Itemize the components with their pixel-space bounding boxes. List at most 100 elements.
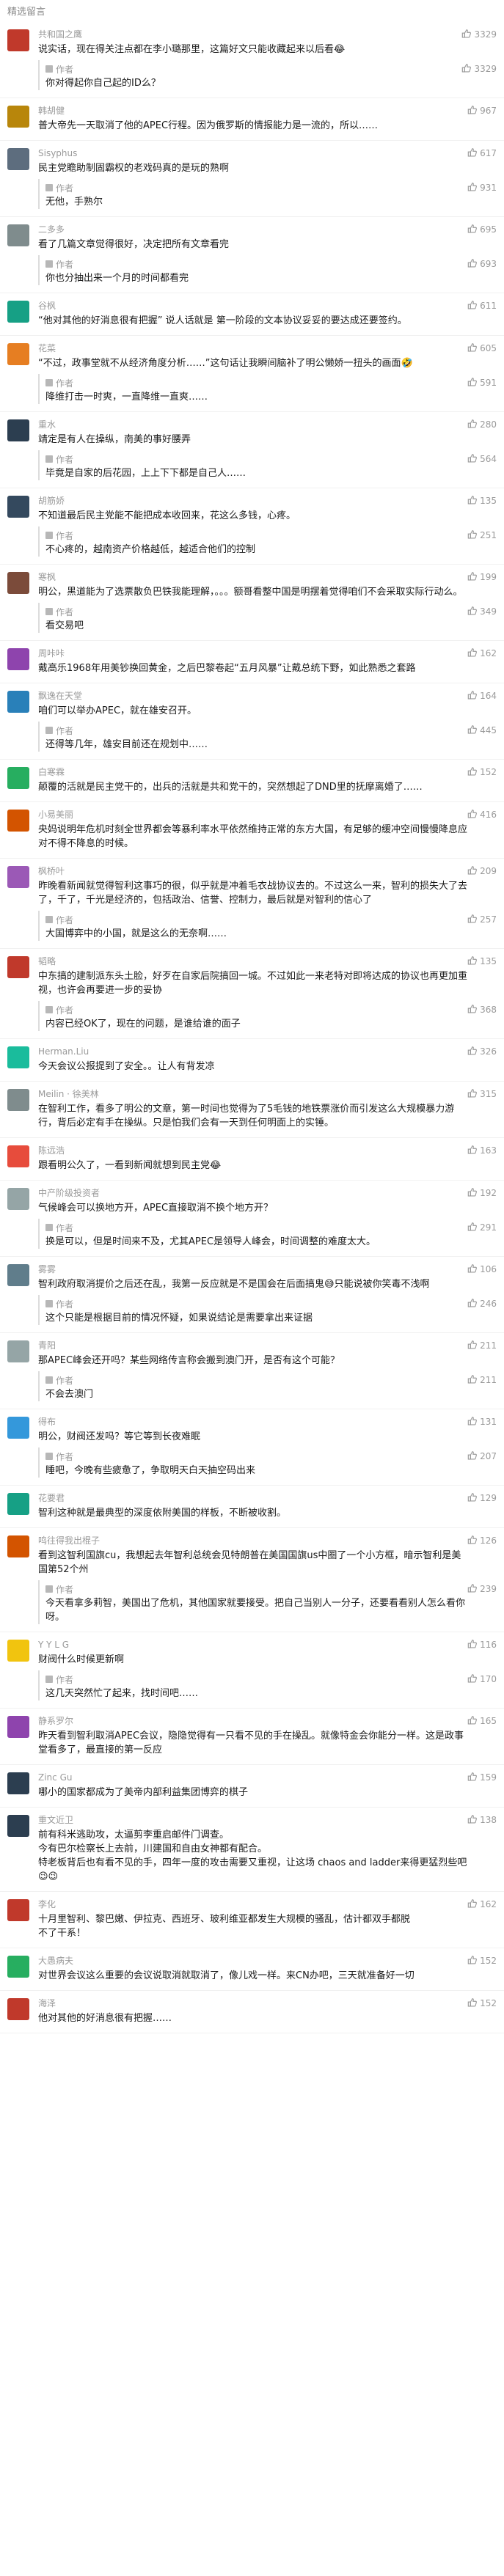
comment-item: 韩胡健 967 普大帝先一天取消了他的APEC行程。因为俄罗斯的情报能力是一流的，所… xyxy=(0,98,504,141)
author-reply: 作者 291 换是可以，但是时间来不及，尤其APEC是领导人峰会，时间调整的难度太大… xyxy=(38,1219,497,1249)
reply-text: 不会去澳门 xyxy=(45,1389,94,1400)
comment-text: 财阀什么时候更新啊 xyxy=(38,1654,125,1665)
comment-item: 二多多 695 看了几篇文章觉得很好，决定把所有文章看完 作者 693 你也分抽出来一个月… xyxy=(0,217,504,293)
reply-like-button[interactable]: 368 xyxy=(467,1004,497,1016)
thumbs-up-icon xyxy=(467,1772,478,1784)
avatar[interactable] xyxy=(7,866,29,888)
thumbs-up-icon xyxy=(467,1298,478,1310)
reply-like-button[interactable]: 349 xyxy=(467,606,497,618)
avatar[interactable] xyxy=(7,648,29,670)
avatar[interactable] xyxy=(7,1998,29,2020)
avatar[interactable] xyxy=(7,419,29,441)
avatar[interactable] xyxy=(7,691,29,713)
commenter-name: 白寒霖 xyxy=(38,767,65,777)
avatar[interactable] xyxy=(7,496,29,518)
like-button[interactable]: 199 xyxy=(467,571,497,584)
reply-like-button[interactable]: 693 xyxy=(467,258,497,271)
avatar[interactable] xyxy=(7,956,29,978)
like-button[interactable]: 3329 xyxy=(461,29,497,41)
comment-text: 气候峰会可以换地方开，APEC直接取消不换个地方开？ xyxy=(38,1203,274,1214)
avatar[interactable] xyxy=(7,1716,29,1738)
like-button[interactable]: 280 xyxy=(467,419,497,431)
author-badge-icon xyxy=(45,1300,53,1307)
like-button[interactable]: 152 xyxy=(467,1955,497,1967)
like-button[interactable]: 138 xyxy=(467,1814,497,1827)
avatar[interactable] xyxy=(7,1772,29,1794)
reply-like-button[interactable]: 207 xyxy=(467,1450,497,1463)
avatar[interactable] xyxy=(7,767,29,789)
like-button[interactable]: 106 xyxy=(467,1263,497,1276)
avatar[interactable] xyxy=(7,29,29,51)
like-button[interactable]: 695 xyxy=(467,224,497,236)
reply-like-button[interactable]: 564 xyxy=(467,453,497,466)
reply-like-button[interactable]: 211 xyxy=(467,1374,497,1387)
like-button[interactable]: 315 xyxy=(467,1088,497,1101)
like-button[interactable]: 326 xyxy=(467,1046,497,1058)
like-button[interactable]: 211 xyxy=(467,1340,497,1352)
like-button[interactable]: 192 xyxy=(467,1187,497,1200)
author-reply: 作者 3329 你对得起你自己起的ID么？ xyxy=(38,60,497,90)
avatar[interactable] xyxy=(7,1417,29,1439)
reply-like-button[interactable]: 445 xyxy=(467,724,497,737)
like-button[interactable]: 967 xyxy=(467,105,497,117)
reply-like-button[interactable]: 170 xyxy=(467,1673,497,1686)
like-button[interactable]: 416 xyxy=(467,809,497,821)
like-button[interactable]: 162 xyxy=(467,1898,497,1911)
avatar[interactable] xyxy=(7,1188,29,1210)
avatar[interactable] xyxy=(7,1264,29,1286)
comment-meta: 重文近卫 138 xyxy=(38,1813,497,1827)
avatar[interactable] xyxy=(7,1145,29,1167)
avatar[interactable] xyxy=(7,148,29,170)
avatar[interactable] xyxy=(7,301,29,323)
like-button[interactable]: 126 xyxy=(467,1535,497,1547)
like-button[interactable]: 209 xyxy=(467,865,497,878)
like-button[interactable]: 116 xyxy=(467,1639,497,1651)
reply-like-button[interactable]: 257 xyxy=(467,914,497,926)
author-badge-icon xyxy=(45,532,53,539)
like-button[interactable]: 131 xyxy=(467,1416,497,1428)
reply-like-button[interactable]: 246 xyxy=(467,1298,497,1310)
like-button[interactable]: 129 xyxy=(467,1492,497,1505)
reply-like-button[interactable]: 591 xyxy=(467,377,497,389)
like-count: 211 xyxy=(480,1340,497,1351)
avatar[interactable] xyxy=(7,1535,29,1557)
avatar[interactable] xyxy=(7,1046,29,1068)
author-label: 作者 xyxy=(56,1222,74,1233)
like-button[interactable]: 605 xyxy=(467,342,497,355)
avatar[interactable] xyxy=(7,1899,29,1921)
like-button[interactable]: 152 xyxy=(467,1997,497,2010)
like-button[interactable]: 164 xyxy=(467,690,497,702)
like-button[interactable]: 135 xyxy=(467,955,497,968)
like-button[interactable]: 163 xyxy=(467,1145,497,1157)
like-button[interactable]: 611 xyxy=(467,300,497,312)
thumbs-up-icon xyxy=(467,955,478,968)
avatar[interactable] xyxy=(7,224,29,246)
reply-like-button[interactable]: 291 xyxy=(467,1222,497,1234)
author-badge-icon xyxy=(45,916,53,923)
avatar[interactable] xyxy=(7,1815,29,1837)
avatar[interactable] xyxy=(7,1640,29,1662)
reply-like-button[interactable]: 239 xyxy=(467,1583,497,1596)
thumbs-up-icon xyxy=(467,419,478,431)
like-button[interactable]: 159 xyxy=(467,1772,497,1784)
avatar[interactable] xyxy=(7,810,29,832)
avatar[interactable] xyxy=(7,343,29,365)
like-button[interactable]: 135 xyxy=(467,495,497,507)
commenter-name: 重水 xyxy=(38,419,56,430)
avatar[interactable] xyxy=(7,572,29,594)
avatar[interactable] xyxy=(7,1089,29,1111)
comment-item: 周咔咔 162 戴高乐1968年用美钞换回黄金，之后巴黎卷起“五月风暴”让戴总统下野… xyxy=(0,641,504,683)
reply-like-button[interactable]: 251 xyxy=(467,529,497,542)
like-button[interactable]: 165 xyxy=(467,1715,497,1728)
author-reply: 作者 591 降维打击一时爽，一直降维一直爽…… xyxy=(38,374,497,404)
comment-item: 得布 131 明公，财阀还发吗？等它等到长夜难眠 作者 207 睡吧，今晚有些疲惫了，争取… xyxy=(0,1409,504,1486)
avatar[interactable] xyxy=(7,1493,29,1515)
avatar[interactable] xyxy=(7,1956,29,1978)
avatar[interactable] xyxy=(7,1340,29,1362)
reply-like-button[interactable]: 931 xyxy=(467,182,497,194)
like-button[interactable]: 152 xyxy=(467,766,497,779)
avatar[interactable] xyxy=(7,106,29,128)
like-button[interactable]: 162 xyxy=(467,647,497,660)
reply-like-button[interactable]: 3329 xyxy=(461,63,497,76)
like-button[interactable]: 617 xyxy=(467,147,497,160)
